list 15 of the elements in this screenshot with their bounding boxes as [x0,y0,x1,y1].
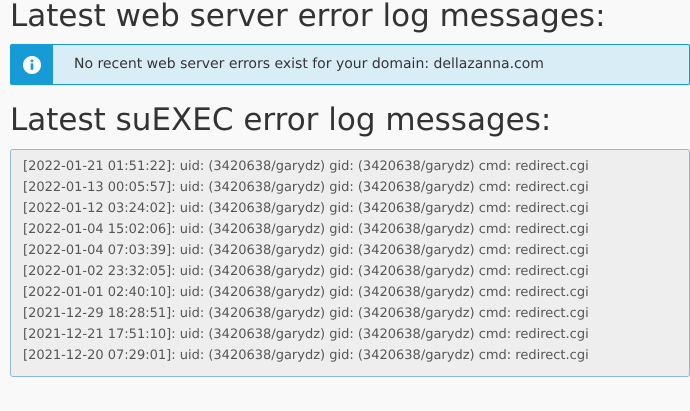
info-icon [22,54,42,74]
log-line: [2022-01-12 03:24:02]: uid: (3420638/garydz) gid: (3420638/garydz) cmd: redirect.cgi [23,200,589,218]
log-line: [2022-01-13 00:05:57]: uid: (3420638/garydz) gid: (3420638/garydz) cmd: redirect.cgi [23,179,589,197]
section-heading: Latest suEXEC error log messages: [10,101,552,140]
section-heading: Latest web server error log messages: [10,0,607,36]
alert-message: No recent web server errors exist for your domain: dellazanna.com [73,55,544,74]
log-line: [2022-01-02 23:32:05]: uid: (3420638/garydz) gid: (3420638/garydz) cmd: redirect.cgi [23,263,589,281]
log-line: [2022-01-01 02:40:10]: uid: (3420638/garydz) gid: (3420638/garydz) cmd: redirect.cgi [23,284,589,302]
log-line: [2021-12-20 07:29:01]: uid: (3420638/garydz) gid: (3420638/garydz) cmd: redirect.cgi [23,347,589,365]
log-line: [2021-12-29 18:28:51]: uid: (3420638/garydz) gid: (3420638/garydz) cmd: redirect.cgi [23,305,589,323]
log-line: [2022-01-21 01:51:22]: uid: (3420638/garydz) gid: (3420638/garydz) cmd: redirect.cgi [23,158,589,176]
log-textarea[interactable] [10,149,690,377]
log-line: [2021-12-21 17:51:10]: uid: (3420638/garydz) gid: (3420638/garydz) cmd: redirect.cgi [23,326,589,344]
log-line: [2022-01-04 15:02:06]: uid: (3420638/garydz) gid: (3420638/garydz) cmd: redirect.cgi [23,221,589,239]
log-line: [2022-01-04 07:03:39]: uid: (3420638/garydz) gid: (3420638/garydz) cmd: redirect.cgi [23,242,589,260]
